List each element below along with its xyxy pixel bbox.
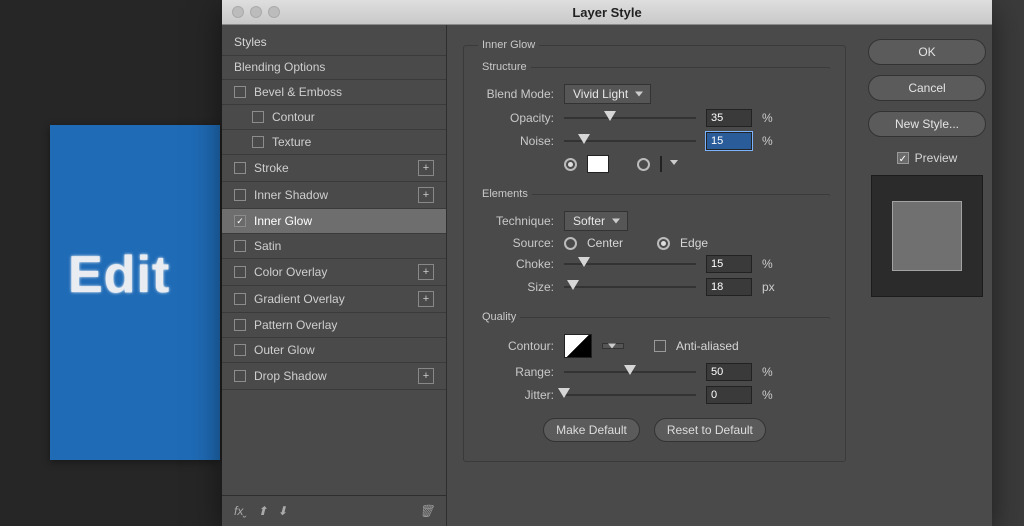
preview-label: Preview <box>915 151 958 165</box>
plus-icon[interactable]: + <box>418 291 434 307</box>
checkbox-icon[interactable] <box>252 136 264 148</box>
size-slider[interactable] <box>564 280 696 294</box>
jitter-slider[interactable] <box>564 388 696 402</box>
checkbox-icon[interactable]: ✓ <box>234 215 246 227</box>
blend-mode-label: Blend Mode: <box>478 87 554 101</box>
gradient-radio[interactable] <box>637 158 650 171</box>
color-overlay-item[interactable]: Color Overlay+ <box>222 258 446 286</box>
down-arrow-icon[interactable]: ⬇ <box>277 504 287 518</box>
checkbox-icon[interactable] <box>234 240 246 252</box>
styles-list: Styles Blending Options Bevel & Emboss C… <box>222 25 447 526</box>
pattern-overlay-item[interactable]: Pattern Overlay <box>222 312 446 338</box>
window-controls[interactable] <box>232 6 280 18</box>
reset-default-button[interactable]: Reset to Default <box>654 418 766 442</box>
elements-legend: Elements <box>478 188 532 200</box>
quality-legend: Quality <box>478 311 520 323</box>
checkbox-icon[interactable] <box>234 319 246 331</box>
structure-legend: Structure <box>478 61 531 73</box>
inner-glow-fieldset: Inner Glow Structure Blend Mode: Vivid L… <box>463 39 846 462</box>
plus-icon[interactable]: + <box>418 160 434 176</box>
source-center-radio[interactable] <box>564 237 577 250</box>
checkbox-icon[interactable] <box>234 189 246 201</box>
bevel-emboss-item[interactable]: Bevel & Emboss <box>222 79 446 105</box>
noise-label: Noise: <box>478 134 554 148</box>
layer-style-dialog: Layer Style Styles Blending Options Beve… <box>222 0 992 526</box>
edge-label: Edge <box>680 236 708 250</box>
inner-shadow-item[interactable]: Inner Shadow+ <box>222 181 446 209</box>
antialiased-label: Anti-aliased <box>676 339 739 353</box>
range-label: Range: <box>478 365 554 379</box>
technique-label: Technique: <box>478 214 554 228</box>
checkbox-icon[interactable] <box>234 344 246 356</box>
settings-panel: Inner Glow Structure Blend Mode: Vivid L… <box>447 25 862 526</box>
inner-glow-item[interactable]: ✓Inner Glow <box>222 208 446 234</box>
contour-picker[interactable] <box>564 334 592 358</box>
checkbox-icon[interactable] <box>234 266 246 278</box>
size-label: Size: <box>478 280 554 294</box>
contour-dropdown[interactable] <box>602 343 624 349</box>
choke-label: Choke: <box>478 257 554 271</box>
satin-item[interactable]: Satin <box>222 233 446 259</box>
stroke-item[interactable]: Stroke+ <box>222 154 446 182</box>
source-label: Source: <box>478 236 554 250</box>
blending-options-item[interactable]: Blending Options <box>222 55 446 80</box>
dialog-titlebar[interactable]: Layer Style <box>222 0 992 25</box>
opacity-slider[interactable] <box>564 111 696 125</box>
noise-input[interactable]: 15 <box>706 132 752 150</box>
dialog-right-column: OK Cancel New Style... Preview <box>862 25 992 526</box>
center-label: Center <box>587 236 623 250</box>
checkbox-icon[interactable] <box>252 111 264 123</box>
opacity-input[interactable]: 35 <box>706 109 752 127</box>
new-style-button[interactable]: New Style... <box>868 111 986 137</box>
antialiased-checkbox[interactable] <box>654 340 666 352</box>
fx-menu[interactable]: fxˬ <box>234 504 247 518</box>
cancel-button[interactable]: Cancel <box>868 75 986 101</box>
make-default-button[interactable]: Make Default <box>543 418 640 442</box>
contour-item[interactable]: Contour <box>222 104 446 130</box>
choke-slider[interactable] <box>564 257 696 271</box>
color-swatch[interactable] <box>587 155 609 173</box>
contour-label: Contour: <box>478 339 554 353</box>
layer-text: Edit <box>68 245 170 305</box>
choke-input[interactable]: 15 <box>706 255 752 273</box>
document-preview: Edit <box>50 125 220 460</box>
jitter-label: Jitter: <box>478 388 554 402</box>
ok-button[interactable]: OK <box>868 39 986 65</box>
outer-glow-item[interactable]: Outer Glow <box>222 337 446 363</box>
plus-icon[interactable]: + <box>418 187 434 203</box>
color-radio[interactable] <box>564 158 577 171</box>
opacity-label: Opacity: <box>478 111 554 125</box>
texture-item[interactable]: Texture <box>222 129 446 155</box>
checkbox-icon[interactable] <box>234 370 246 382</box>
gradient-overlay-item[interactable]: Gradient Overlay+ <box>222 285 446 313</box>
plus-icon[interactable]: + <box>418 368 434 384</box>
checkbox-icon[interactable] <box>234 86 246 98</box>
section-title: Inner Glow <box>478 39 539 51</box>
source-edge-radio[interactable] <box>657 237 670 250</box>
preview-checkbox[interactable] <box>897 152 909 164</box>
range-slider[interactable] <box>564 365 696 379</box>
preview-thumbnail <box>871 175 983 297</box>
technique-select[interactable]: Softer <box>564 211 628 231</box>
range-input[interactable]: 50 <box>706 363 752 381</box>
trash-icon[interactable]: 🗑 <box>419 504 434 518</box>
checkbox-icon[interactable] <box>234 162 246 174</box>
styles-header[interactable]: Styles <box>222 25 446 56</box>
noise-slider[interactable] <box>564 134 696 148</box>
dialog-title: Layer Style <box>572 5 641 20</box>
up-arrow-icon[interactable]: ⬆ <box>257 504 267 518</box>
plus-icon[interactable]: + <box>418 264 434 280</box>
checkbox-icon[interactable] <box>234 293 246 305</box>
gradient-swatch[interactable] <box>660 156 662 172</box>
jitter-input[interactable]: 0 <box>706 386 752 404</box>
blend-mode-select[interactable]: Vivid Light <box>564 84 651 104</box>
drop-shadow-item[interactable]: Drop Shadow+ <box>222 362 446 390</box>
size-input[interactable]: 18 <box>706 278 752 296</box>
